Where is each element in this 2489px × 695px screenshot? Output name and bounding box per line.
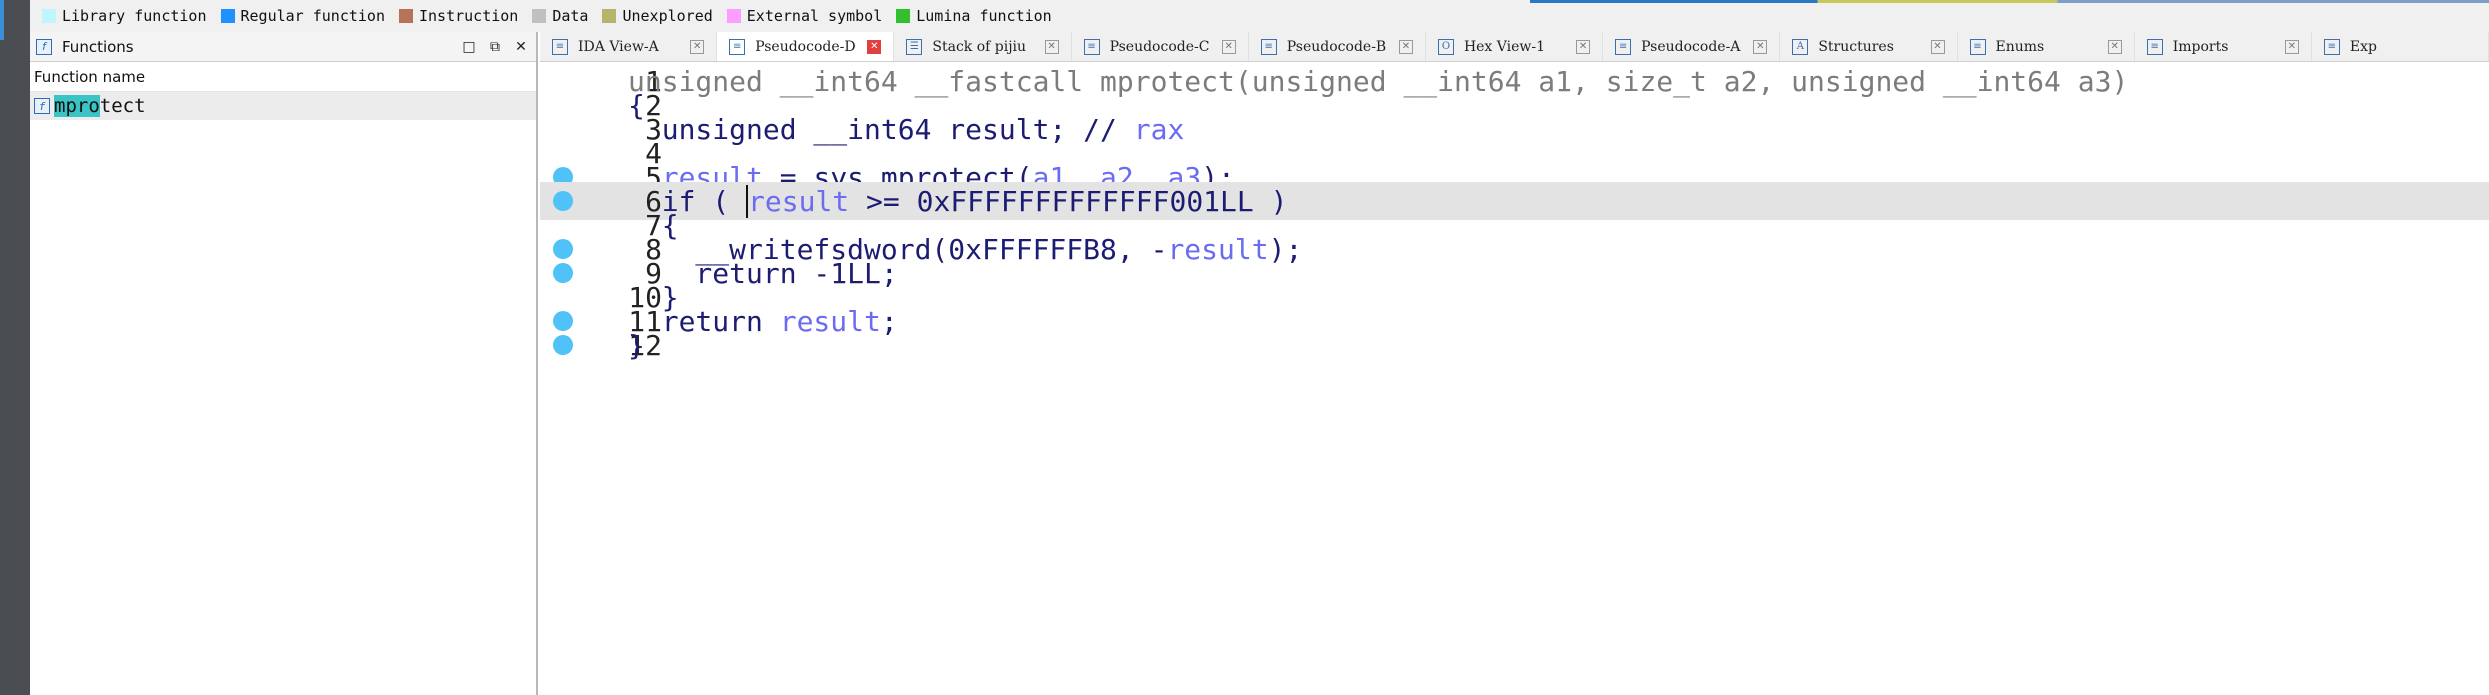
tab-close-icon[interactable]: ✕ (2107, 39, 2122, 54)
tab-label: Hex View-1 (1463, 38, 1546, 55)
pseudocode-icon: ≡ (1260, 38, 1277, 55)
line-number: 12 (628, 328, 662, 362)
legend-bar: Library function Regular function Instruct… (30, 0, 2489, 32)
left-window-strip (0, 0, 30, 695)
maximize-icon[interactable]: □ (458, 36, 480, 58)
code-text: } (628, 328, 645, 362)
code-line-12[interactable]: 12 } (540, 326, 2489, 364)
function-name-rest: tect (99, 95, 146, 117)
stack-icon: ☰ (906, 38, 923, 55)
legend-item: Lumina function (896, 7, 1052, 25)
legend-swatch (42, 9, 56, 23)
hex-icon: O (1437, 38, 1454, 55)
structures-icon: A (1792, 38, 1809, 55)
tab-ida-view-a[interactable]: ≡ IDA View-A ✕ (540, 32, 718, 61)
legend-item: Library function (42, 7, 207, 25)
tab-bar: ≡ IDA View-A ✕ ≡ Pseudocode-D ✕ ☰ Stack of piji… (540, 32, 2489, 62)
tab-label: Structures (1818, 38, 1894, 55)
tab-close-icon[interactable]: ✕ (1398, 39, 1413, 54)
tab-close-icon[interactable]: ✕ (2284, 39, 2299, 54)
tab-label: Imports (2172, 38, 2229, 55)
tab-close-icon[interactable]: ✕ (867, 39, 882, 54)
legend-swatch (726, 9, 741, 23)
function-name-header-label: Function name (34, 67, 146, 86)
legend-swatch (602, 9, 617, 23)
tab-pseudocode-c[interactable]: ≡ Pseudocode-C ✕ (1072, 32, 1249, 61)
functions-panel: f Functions □ ⧉ ✕ Function name f mpro te… (30, 32, 538, 695)
legend-swatch (532, 9, 547, 23)
tab-stack-of-pijiu[interactable]: ☰ Stack of pijiu ✕ (894, 32, 1072, 61)
close-icon[interactable]: ✕ (510, 36, 532, 58)
tab-close-icon[interactable]: ✕ (1930, 39, 1945, 54)
legend-item: External symbol (726, 7, 883, 25)
pseudocode-view[interactable]: 1 unsigned __int64 __fastcall mprotect(u… (540, 62, 2489, 695)
legend-item: Regular function (220, 7, 386, 25)
tab-label: Stack of pijiu (932, 38, 1027, 55)
tab-structures[interactable]: A Structures ✕ (1780, 32, 1958, 61)
functions-window-icon: f (36, 38, 52, 55)
pseudocode-icon: ≡ (1083, 38, 1100, 55)
tab-hex-view-1[interactable]: O Hex View-1 ✕ (1426, 32, 1604, 61)
legend-label: Unexplored (622, 7, 713, 25)
legend-label: Lumina function (916, 7, 1052, 25)
tab-pseudocode-b[interactable]: ≡ Pseudocode-B ✕ (1249, 32, 1426, 61)
tab-label: Pseudocode-D (755, 38, 856, 55)
tab-label: Pseudocode-B (1286, 38, 1387, 55)
tab-exp[interactable]: ≡ Exp (2312, 32, 2489, 61)
legend-label: Library function (62, 7, 207, 25)
tab-close-icon[interactable]: ✕ (1044, 39, 1059, 54)
tab-label: Pseudocode-C (1109, 38, 1210, 55)
legend-label: Regular function (240, 7, 386, 25)
tab-pseudocode-d[interactable]: ≡ Pseudocode-D ✕ (717, 32, 895, 61)
tab-close-icon[interactable]: ✕ (1753, 39, 1768, 54)
tab-close-icon[interactable]: ✕ (1221, 39, 1236, 54)
function-name-match: mpro (54, 95, 100, 117)
restore-icon[interactable]: ⧉ (484, 36, 506, 58)
pseudocode-icon: ≡ (1615, 38, 1632, 55)
tab-enums[interactable]: ≡ Enums ✕ (1958, 32, 2135, 61)
tab-imports[interactable]: ≡ Imports ✕ (2135, 32, 2312, 61)
functions-panel-header: f Functions □ ⧉ ✕ (30, 32, 536, 62)
tab-label: Enums (1995, 38, 2045, 55)
navigation-band[interactable] (1530, 0, 2489, 3)
legend-item: Data (532, 7, 588, 25)
tab-close-icon[interactable]: ✕ (1576, 39, 1591, 54)
function-name-column-header[interactable]: Function name (30, 62, 536, 92)
imports-icon: ≡ (2146, 38, 2163, 55)
legend-label: External symbol (746, 7, 883, 25)
tab-close-icon[interactable]: ✕ (690, 39, 705, 54)
legend-item: Instruction (399, 7, 518, 25)
legend-label: Data (552, 7, 589, 25)
exports-icon: ≡ (2323, 38, 2340, 55)
breakpoint-dot[interactable] (553, 335, 573, 355)
tab-pseudocode-a[interactable]: ≡ Pseudocode-A ✕ (1603, 32, 1781, 61)
legend-swatch (896, 9, 911, 23)
legend-label: Instruction (419, 7, 519, 25)
tab-label: IDA View-A (578, 38, 659, 55)
function-row[interactable]: f mpro tect (30, 92, 536, 120)
disassembly-icon: ≡ (552, 38, 568, 55)
legend-swatch (399, 9, 413, 23)
legend-swatch (220, 9, 235, 23)
function-icon: f (34, 98, 50, 114)
tab-label: Pseudocode-A (1641, 38, 1741, 55)
functions-panel-title: Functions (62, 37, 134, 56)
legend-item: Unexplored (602, 7, 713, 25)
pseudocode-icon: ≡ (729, 38, 746, 55)
tab-label: Exp (2349, 38, 2377, 55)
strip-accent (0, 0, 4, 40)
enums-icon: ≡ (1969, 38, 1986, 55)
